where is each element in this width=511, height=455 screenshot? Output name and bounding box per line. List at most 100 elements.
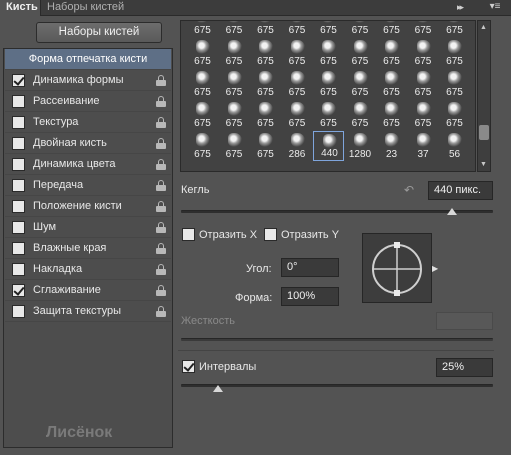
lock-icon[interactable] <box>156 117 166 128</box>
brush-preset[interactable]: 675 <box>219 69 250 99</box>
brush-preset[interactable]: 675 <box>376 38 407 68</box>
brush-preset[interactable]: 675 <box>408 38 439 68</box>
brush-preset[interactable]: 675 <box>219 21 250 37</box>
lock-icon[interactable] <box>156 306 166 317</box>
brush-preset[interactable]: 675 <box>282 69 313 99</box>
lock-icon[interactable] <box>156 180 166 191</box>
scroll-down-arrow-icon[interactable]: ▼ <box>480 161 487 168</box>
brush-preset[interactable]: 286 <box>282 131 313 161</box>
brush-preset[interactable]: 675 <box>345 21 376 37</box>
brush-preset[interactable]: 675 <box>408 69 439 99</box>
lock-icon[interactable] <box>156 285 166 296</box>
flip-x-checkbox[interactable] <box>182 228 195 241</box>
roundness-field[interactable]: 100% <box>281 287 339 306</box>
spacing-slider-thumb[interactable] <box>213 385 224 392</box>
brush-preset[interactable]: 675 <box>439 38 470 68</box>
brush-preset[interactable]: 675 <box>345 38 376 68</box>
lock-icon[interactable] <box>156 201 166 212</box>
spacing-slider-track[interactable] <box>181 384 493 387</box>
option-checkbox[interactable] <box>12 263 25 276</box>
brush-sets-button[interactable]: Наборы кистей <box>36 22 162 43</box>
option-checkbox[interactable] <box>12 221 25 234</box>
spacing-checkbox[interactable] <box>182 360 195 373</box>
brush-preset[interactable]: 675 <box>376 100 407 130</box>
brush-preset[interactable]: 675 <box>187 21 218 37</box>
tab-brush-sets[interactable]: Наборы кистей <box>41 0 130 16</box>
brush-preset[interactable]: 675 <box>250 100 281 130</box>
size-slider-thumb[interactable] <box>447 208 458 215</box>
option-checkbox[interactable] <box>12 179 25 192</box>
brush-preset[interactable]: 675 <box>313 21 344 37</box>
brush-preset[interactable]: 675 <box>282 38 313 68</box>
brush-preset[interactable]: 675 <box>250 131 281 161</box>
brush-preset[interactable]: 675 <box>187 100 218 130</box>
brush-option-item[interactable]: Двойная кисть <box>5 133 171 154</box>
angle-field[interactable]: 0° <box>281 258 339 277</box>
brush-option-item[interactable]: Положение кисти <box>5 196 171 217</box>
brush-tip-shape-item[interactable]: Форма отпечатка кисти <box>5 49 171 70</box>
brush-preset[interactable]: 675 <box>219 131 250 161</box>
brush-preset[interactable]: 675 <box>439 69 470 99</box>
brush-preset[interactable]: 675 <box>187 69 218 99</box>
lock-icon[interactable] <box>156 96 166 107</box>
scroll-thumb[interactable] <box>479 125 489 140</box>
brush-preset[interactable]: 675 <box>250 38 281 68</box>
brush-preset[interactable]: 675 <box>376 69 407 99</box>
brush-preset[interactable]: 675 <box>345 100 376 130</box>
lock-icon[interactable] <box>156 159 166 170</box>
collapse-panel-icon[interactable]: ▸▸ <box>457 2 464 13</box>
option-checkbox[interactable] <box>12 74 25 87</box>
option-checkbox[interactable] <box>12 137 25 150</box>
option-checkbox[interactable] <box>12 284 25 297</box>
option-checkbox[interactable] <box>12 200 25 213</box>
option-checkbox[interactable] <box>12 158 25 171</box>
brush-preset[interactable]: 675 <box>219 100 250 130</box>
brush-preset[interactable]: 675 <box>408 21 439 37</box>
brush-preset[interactable]: 675 <box>439 100 470 130</box>
brush-preset[interactable]: 675 <box>313 69 344 99</box>
brush-preset[interactable]: 56 <box>439 131 470 161</box>
brush-preset[interactable]: 1280 <box>345 131 376 161</box>
brush-option-item[interactable]: Динамика цвета <box>5 154 171 175</box>
brush-option-item[interactable]: Рассеивание <box>5 91 171 112</box>
tab-brush[interactable]: Кисть <box>0 0 41 16</box>
brush-preset[interactable]: 675 <box>187 38 218 68</box>
lock-icon[interactable] <box>156 138 166 149</box>
brush-preset[interactable]: 675 <box>250 69 281 99</box>
brush-preset[interactable]: 23 <box>376 131 407 161</box>
panel-menu-icon[interactable]: ▾≡ <box>484 1 506 14</box>
spacing-field[interactable]: 25% <box>436 358 493 377</box>
grid-scrollbar[interactable]: ▲ ▼ <box>477 20 491 172</box>
option-checkbox[interactable] <box>12 305 25 318</box>
option-checkbox[interactable] <box>12 242 25 255</box>
lock-icon[interactable] <box>156 222 166 233</box>
brush-preset[interactable]: 37 <box>408 131 439 161</box>
brush-preset[interactable]: 675 <box>345 69 376 99</box>
brush-option-item[interactable]: Текстура <box>5 112 171 133</box>
brush-preset[interactable]: 675 <box>282 21 313 37</box>
brush-preset[interactable]: 675 <box>408 100 439 130</box>
brush-preset[interactable]: 675 <box>376 21 407 37</box>
flip-y-checkbox[interactable] <box>264 228 277 241</box>
brush-option-item[interactable]: Сглаживание <box>5 280 171 301</box>
lock-icon[interactable] <box>156 264 166 275</box>
brush-option-item[interactable]: Шум <box>5 217 171 238</box>
brush-option-item[interactable]: Влажные края <box>5 238 171 259</box>
option-checkbox[interactable] <box>12 95 25 108</box>
brush-preset[interactable]: 675 <box>313 100 344 130</box>
brush-preset[interactable]: 675 <box>219 38 250 68</box>
brush-option-item[interactable]: Динамика формы <box>5 70 171 91</box>
size-slider-track[interactable] <box>181 210 493 213</box>
brush-preset[interactable]: 440 <box>313 131 344 161</box>
angle-roundness-dial[interactable] <box>362 233 432 303</box>
option-checkbox[interactable] <box>12 116 25 129</box>
lock-icon[interactable] <box>156 243 166 254</box>
brush-option-item[interactable]: Передача <box>5 175 171 196</box>
brush-option-item[interactable]: Накладка <box>5 259 171 280</box>
brush-preset[interactable]: 675 <box>313 38 344 68</box>
brush-preset[interactable]: 675 <box>439 21 470 37</box>
brush-preset[interactable]: 675 <box>250 21 281 37</box>
brush-option-item[interactable]: Защита текстуры <box>5 301 171 322</box>
brush-preset[interactable]: 675 <box>282 100 313 130</box>
size-field[interactable]: 440 пикс. <box>428 181 493 200</box>
